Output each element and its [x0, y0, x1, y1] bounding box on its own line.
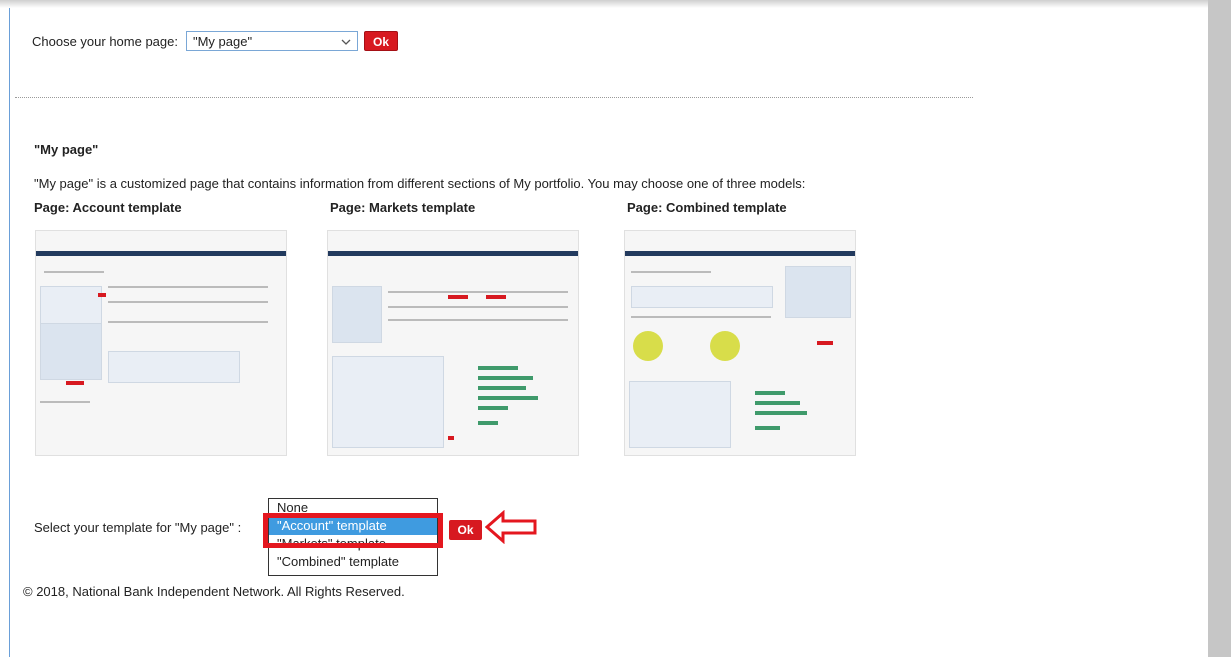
section-description: "My page" is a customized page that cont… — [34, 176, 806, 191]
markets-template-thumbnail — [327, 230, 579, 456]
combined-template-title: Page: Combined template — [627, 200, 787, 215]
template-select-label: Select your template for "My page" : — [34, 520, 242, 535]
annotation-highlight-box — [263, 513, 443, 548]
section-divider — [15, 97, 973, 98]
home-page-label: Choose your home page: — [32, 33, 178, 49]
home-page-selected-value: "My page" — [192, 34, 253, 49]
markets-template-title: Page: Markets template — [330, 200, 476, 215]
frame-left-border — [9, 8, 10, 657]
combined-template-thumbnail — [624, 230, 856, 456]
home-page-row: Choose your home page: "My page" Ok — [32, 30, 398, 52]
template-option-combined[interactable]: "Combined" template — [269, 553, 437, 571]
chevron-down-icon — [341, 39, 351, 45]
home-page-select[interactable]: "My page" — [185, 31, 358, 51]
account-template-title: Page: Account template — [34, 200, 182, 215]
window-top-edge — [0, 0, 1231, 8]
account-template-thumbnail — [35, 230, 287, 456]
section-heading: "My page" — [34, 142, 99, 157]
footer-copyright: © 2018, National Bank Independent Networ… — [23, 584, 405, 599]
annotation-arrow-icon — [485, 510, 537, 544]
template-ok-button[interactable]: Ok — [449, 520, 482, 540]
vertical-scrollbar[interactable] — [1208, 0, 1231, 657]
home-page-ok-button[interactable]: Ok — [363, 31, 398, 51]
